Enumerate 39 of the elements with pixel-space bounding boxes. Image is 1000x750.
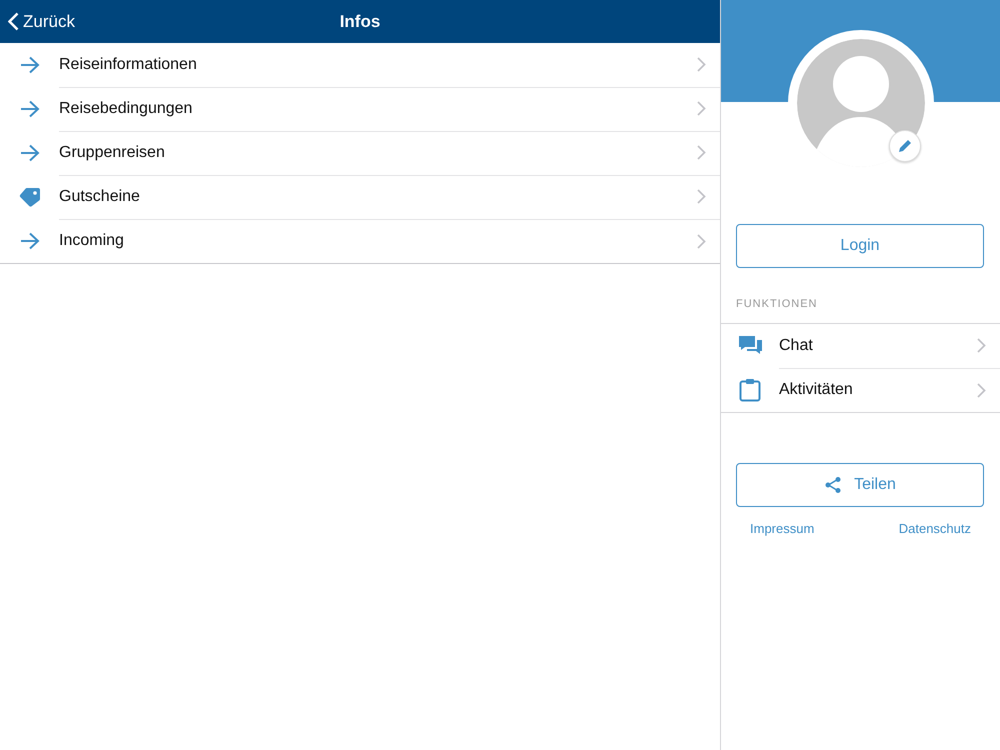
function-item[interactable]: Aktivitäten <box>721 368 1000 412</box>
footer-link[interactable]: Datenschutz <box>898 521 971 536</box>
chevron-right-icon <box>977 338 986 353</box>
arrow-right-icon <box>20 144 40 162</box>
menu-item[interactable]: Gruppenreisen <box>0 131 720 175</box>
section-title: FUNKTIONEN <box>735 297 818 312</box>
menu-item-label: Gutscheine <box>59 188 140 206</box>
menu-item[interactable]: Incoming <box>0 219 720 263</box>
menu-item-label: Reisebedingungen <box>59 100 192 118</box>
menu-item-label: Incoming <box>59 232 124 250</box>
share-icon <box>824 476 842 494</box>
chevron-right-icon <box>697 57 706 72</box>
menu-item[interactable]: Reiseinformationen <box>0 43 720 87</box>
chevron-right-icon <box>977 382 986 398</box>
chevron-left-icon <box>8 12 19 31</box>
login-button[interactable]: Login <box>736 224 984 268</box>
tag-icon <box>18 187 40 207</box>
avatar-silhouette-icon <box>796 39 924 167</box>
arrow-right-icon <box>20 56 40 74</box>
arrow-right-icon <box>20 232 40 250</box>
menu-item[interactable]: Reisebedingungen <box>0 87 720 131</box>
clipboard-icon <box>739 378 761 402</box>
share-button[interactable]: Teilen <box>736 463 984 507</box>
chevron-right-icon <box>697 145 706 160</box>
menu-item-label: Reiseinformationen <box>59 56 197 74</box>
menu-item[interactable]: Gutscheine <box>0 175 720 219</box>
chat-bubbles-icon <box>738 335 762 357</box>
arrow-right-icon <box>20 100 40 118</box>
chevron-right-icon <box>697 189 706 204</box>
chevron-right-icon <box>697 101 706 116</box>
function-item-label: Aktivitäten <box>779 381 853 399</box>
function-item[interactable]: Chat <box>721 324 1000 368</box>
page-title: Infos <box>340 12 380 30</box>
function-item-label: Chat <box>779 336 813 354</box>
chevron-right-icon <box>697 234 706 248</box>
pencil-icon <box>896 138 912 154</box>
back-button[interactable]: Zurück <box>0 10 81 32</box>
footer-link[interactable]: Impressum <box>750 521 814 536</box>
menu-item-label: Gruppenreisen <box>59 144 165 162</box>
